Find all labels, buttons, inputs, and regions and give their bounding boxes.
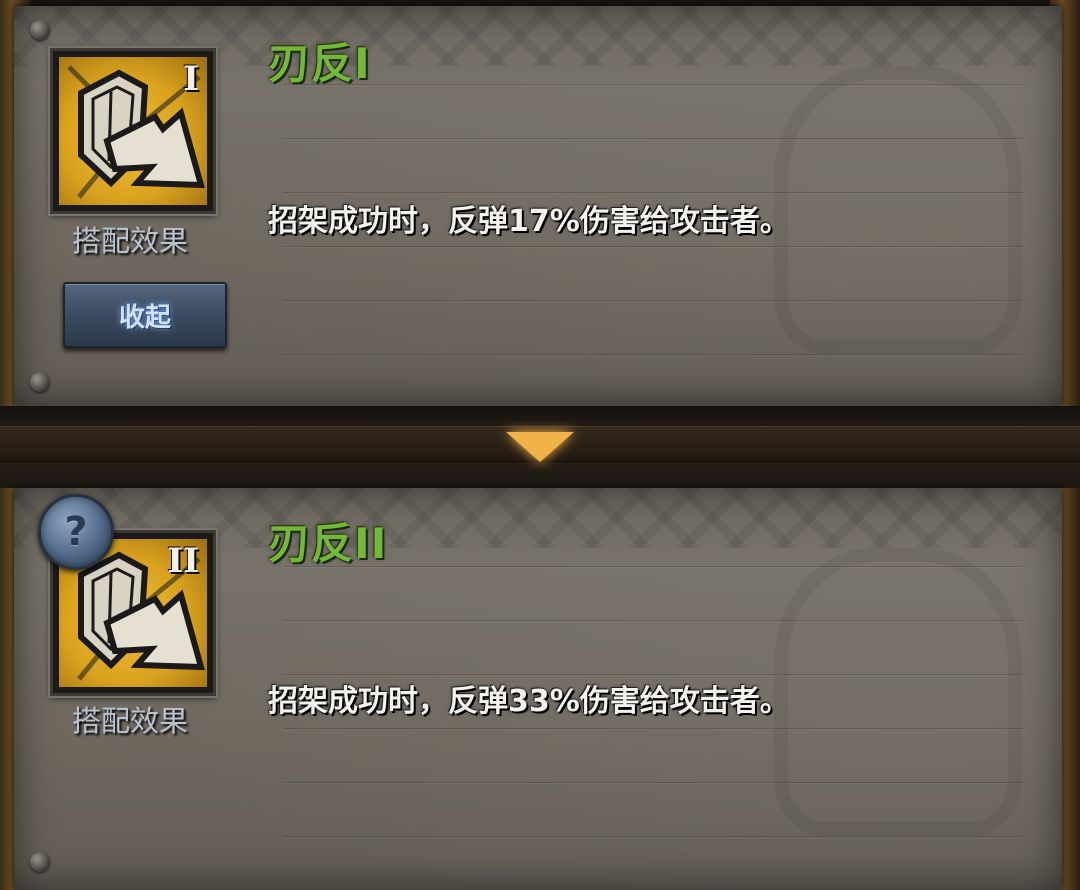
rivet — [30, 372, 50, 392]
divider-line — [284, 246, 1022, 247]
rivet — [30, 852, 50, 872]
divider-line — [284, 782, 1022, 783]
skill-title-tier-2: 刃反II — [268, 519, 388, 568]
tier-numeral: II — [167, 541, 199, 581]
divider-line — [284, 836, 1022, 837]
combo-effect-label: 搭配效果 — [71, 704, 188, 738]
divider-line — [284, 300, 1022, 301]
help-icon: ? — [64, 509, 88, 555]
skill-description-tier-1: 招架成功时，反弹17%伤害给攻击者。 — [268, 204, 790, 239]
tier-numeral: I — [183, 59, 199, 99]
rivet — [30, 20, 50, 40]
divider-line — [284, 84, 1022, 85]
collapse-button[interactable]: 收起 — [63, 282, 227, 348]
help-button[interactable]: ? — [38, 494, 114, 570]
skill-title-tier-1: 刃反I — [268, 39, 371, 88]
chevron-down-icon — [506, 432, 574, 462]
divider-line — [284, 674, 1022, 675]
divider-line — [284, 566, 1022, 567]
divider-line — [284, 620, 1022, 621]
divider-line — [284, 728, 1022, 729]
combo-effect-label: 搭配效果 — [71, 224, 188, 258]
divider-line — [284, 192, 1022, 193]
divider-line — [284, 138, 1022, 139]
divider-line — [284, 354, 1022, 355]
skill-icon-tier-1[interactable]: I — [50, 48, 216, 214]
skill-description-tier-2: 招架成功时，反弹33%伤害给攻击者。 — [268, 684, 790, 719]
section-divider — [0, 406, 1080, 488]
